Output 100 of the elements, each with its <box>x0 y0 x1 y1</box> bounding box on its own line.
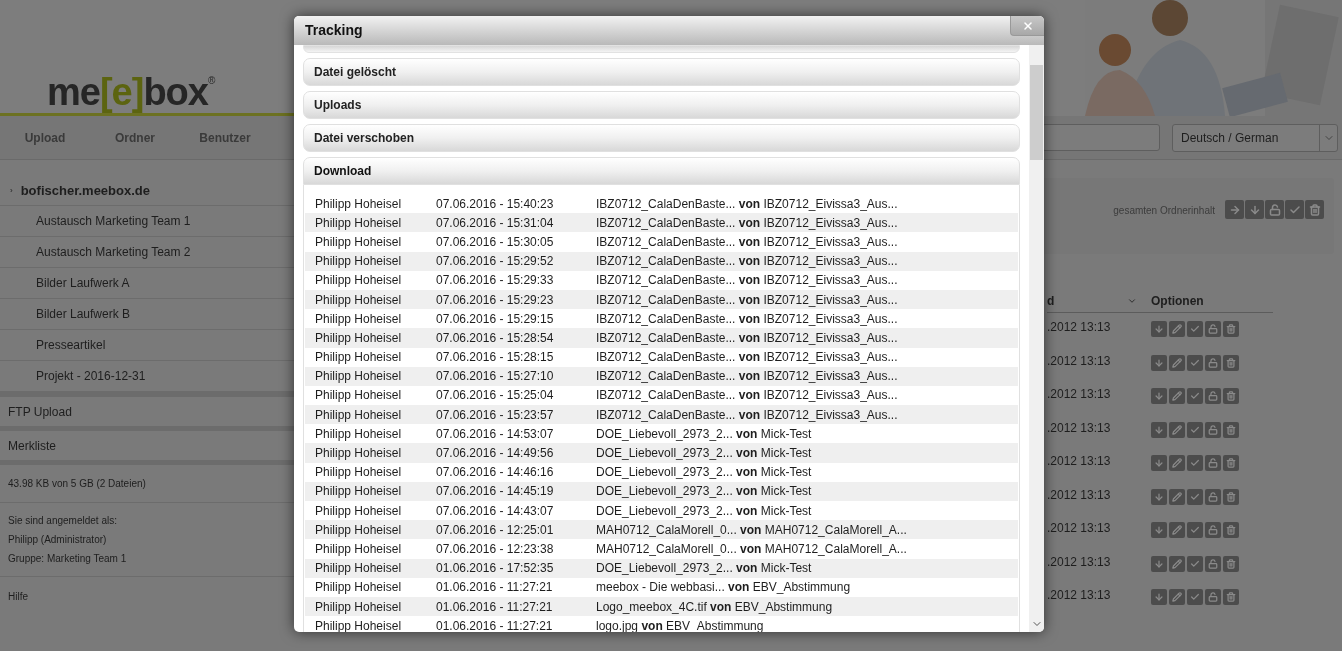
trash-icon <box>1226 391 1236 401</box>
edit-button[interactable] <box>1169 421 1185 438</box>
unlock-button[interactable] <box>1205 522 1221 538</box>
unlock-button[interactable] <box>1205 455 1221 471</box>
delete-button[interactable] <box>1223 421 1239 438</box>
nav-link[interactable]: Upload <box>0 128 90 147</box>
approve-button[interactable] <box>1187 488 1203 505</box>
approve-button[interactable] <box>1187 455 1203 471</box>
edit-button[interactable] <box>1169 455 1185 471</box>
unlock-button[interactable] <box>1205 321 1221 337</box>
delete-button[interactable] <box>1223 455 1239 471</box>
approve-button[interactable] <box>1187 522 1203 538</box>
delete-button[interactable] <box>1223 589 1239 605</box>
timestamp-cell-text: 07.06.2016 - 14:53:07 <box>436 425 555 443</box>
column-header[interactable]: d <box>1047 292 1151 310</box>
folder-item[interactable]: Bilder Laufwerk A <box>36 274 130 292</box>
unlock-button[interactable] <box>1205 421 1221 438</box>
pencil-icon <box>1172 458 1182 468</box>
edit-button[interactable] <box>1169 555 1185 572</box>
nav-link[interactable]: Benutzer <box>180 128 270 147</box>
sort-icon <box>1127 296 1137 306</box>
edit-button[interactable] <box>1169 589 1185 605</box>
padlock-icon <box>1208 592 1218 602</box>
download-button[interactable] <box>1151 522 1167 538</box>
download-button[interactable] <box>1151 421 1167 438</box>
accordion-header[interactable]: Uploads <box>303 91 1020 119</box>
user-cell-text: Philipp Hoheisel <box>315 521 403 539</box>
close-button[interactable] <box>1010 16 1044 36</box>
unlock-button[interactable] <box>1205 555 1221 572</box>
edit-button[interactable] <box>1169 388 1185 404</box>
padlock-icon <box>1208 424 1218 435</box>
folder-item[interactable]: Austausch Marketing Team 2 <box>36 243 191 261</box>
approve-button[interactable] <box>1187 555 1203 572</box>
scrollbar-thumb[interactable] <box>1030 65 1043 160</box>
folder-item[interactable]: Presseartikel <box>36 336 106 354</box>
tree-expand-icon[interactable]: › <box>10 184 13 197</box>
dialog-title: Tracking <box>305 21 363 40</box>
language-select[interactable]: Deutsch / German <box>1172 123 1338 152</box>
approve-button[interactable] <box>1187 321 1203 337</box>
edit-button[interactable] <box>1169 321 1185 337</box>
nav-link[interactable]: Ordner <box>90 128 180 147</box>
scrollbar[interactable] <box>1029 45 1044 632</box>
download-button[interactable] <box>1151 321 1167 337</box>
approve-button[interactable] <box>1285 200 1304 219</box>
unlock-button[interactable] <box>1205 589 1221 605</box>
download-button[interactable] <box>1151 388 1167 404</box>
edit-button[interactable] <box>1169 354 1185 371</box>
padlock-icon <box>1208 558 1218 569</box>
timestamp-cell-text: 07.06.2016 - 15:29:52 <box>436 253 555 271</box>
sidebar-section[interactable]: FTP Upload <box>8 402 72 421</box>
file-cell-text: IBZ0712_CalaDenBaste... von IBZ0712_Eivissa3_Aus... <box>596 291 898 309</box>
accordion-header[interactable]: Download <box>303 157 1020 185</box>
move-button[interactable] <box>1225 200 1244 219</box>
unlock-button[interactable] <box>1265 200 1284 219</box>
unlock-button[interactable] <box>1205 354 1221 371</box>
delete-button[interactable] <box>1223 321 1239 337</box>
folder-item[interactable]: Bilder Laufwerk B <box>36 305 131 323</box>
download-button[interactable] <box>1245 200 1264 219</box>
download-button[interactable] <box>1151 455 1167 471</box>
file-cell-text: IBZ0712_CalaDenBaste... von IBZ0712_Eivissa3_Aus... <box>596 349 898 367</box>
search-field[interactable] <box>1042 124 1160 151</box>
accordion-header[interactable]: Datei gelöscht <box>303 58 1020 86</box>
help-link[interactable]: Hilfe <box>8 589 28 604</box>
file-cell-text: logo.jpg von EBV_Abstimmung <box>596 617 764 632</box>
download-button[interactable] <box>1151 589 1167 605</box>
trash-icon <box>1308 203 1321 216</box>
approve-button[interactable] <box>1187 589 1203 605</box>
edit-button[interactable] <box>1169 488 1185 505</box>
delete-button[interactable] <box>1223 555 1239 572</box>
download-button[interactable] <box>1151 354 1167 371</box>
approve-button[interactable] <box>1187 388 1203 404</box>
file-cell-text: MAH0712_CalaMorell_0... von MAH0712_CalaMorell_A... <box>596 540 907 558</box>
padlock-icon <box>1208 391 1218 401</box>
folder-item[interactable]: Projekt - 2016-12-31 <box>36 367 146 385</box>
download-button[interactable] <box>1151 555 1167 572</box>
file-cell-text: DOE_Liebevoll_2973_2... von Mick-Test <box>596 483 812 501</box>
unlock-button[interactable] <box>1205 388 1221 404</box>
approve-button[interactable] <box>1187 421 1203 438</box>
login-info: Philipp (Administrator) <box>8 533 108 547</box>
timestamp-cell-text: 07.06.2016 - 15:25:04 <box>436 387 555 405</box>
sidebar-section[interactable]: Merkliste <box>8 436 56 455</box>
unlock-button[interactable] <box>1205 488 1221 505</box>
tree-root[interactable]: bofischer.meebox.de <box>20 180 150 201</box>
delete-button[interactable] <box>1223 488 1239 505</box>
delete-button[interactable] <box>1223 522 1239 538</box>
column-header[interactable]: Optionen <box>1151 292 1204 310</box>
approve-button[interactable] <box>1187 354 1203 371</box>
folder-item[interactable]: Austausch Marketing Team 1 <box>36 212 191 230</box>
checkmark-icon <box>1190 357 1200 368</box>
user-cell-text: Philipp Hoheisel <box>315 483 403 501</box>
delete-button[interactable] <box>1305 200 1324 219</box>
file-cell-text: IBZ0712_CalaDenBaste... von IBZ0712_Eivissa3_Aus... <box>596 329 898 347</box>
delete-button[interactable] <box>1223 388 1239 404</box>
file-cell-text: IBZ0712_CalaDenBaste... von IBZ0712_Eivissa3_Aus... <box>596 406 898 424</box>
edit-button[interactable] <box>1169 522 1185 538</box>
user-cell-text: Philipp Hoheisel <box>315 233 403 251</box>
accordion-header[interactable]: Datei verschoben <box>303 124 1020 152</box>
padlock-icon <box>1208 357 1218 368</box>
delete-button[interactable] <box>1223 354 1239 371</box>
download-button[interactable] <box>1151 488 1167 505</box>
